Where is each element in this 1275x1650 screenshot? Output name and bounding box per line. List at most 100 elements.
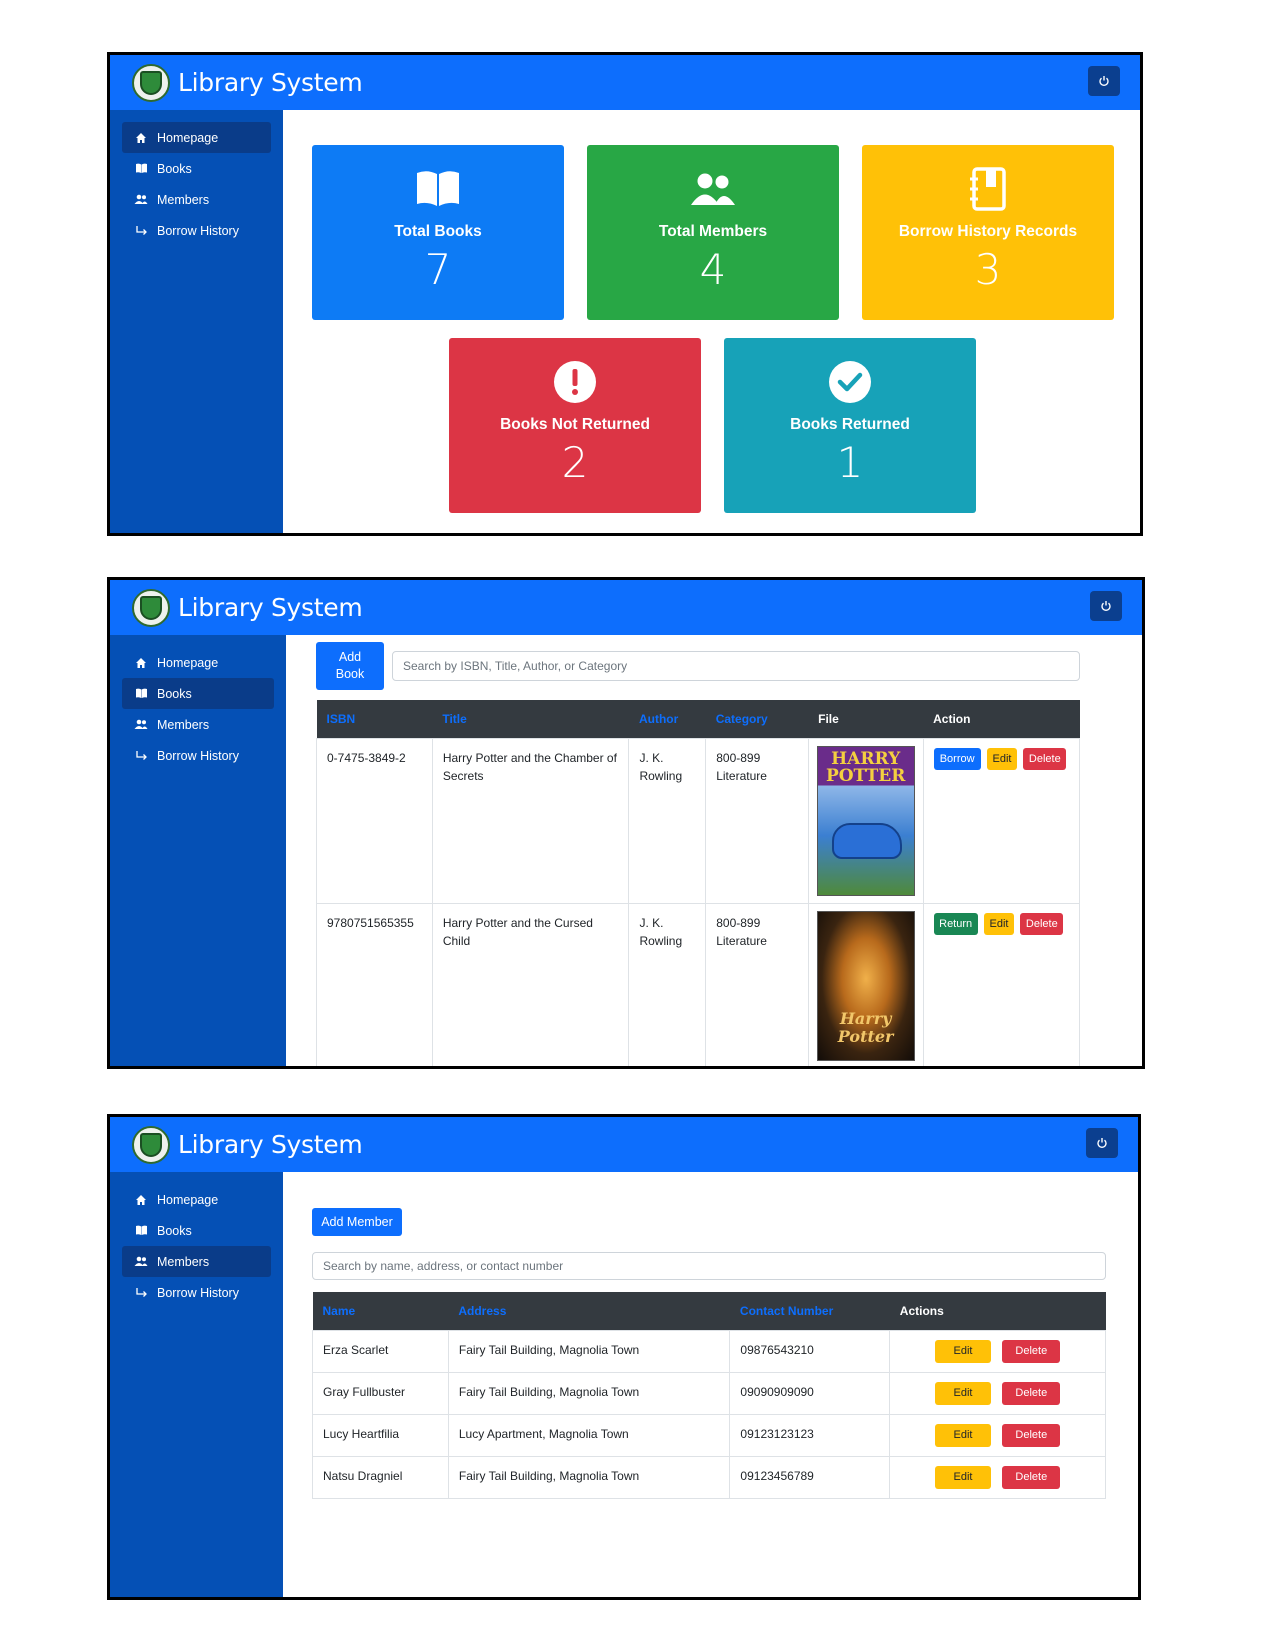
isbn-cell: 9780751565355 — [316, 902, 433, 1066]
borrow-history-card[interactable]: Borrow History Records 3 — [862, 145, 1114, 320]
home-icon — [134, 656, 148, 670]
sidebar-item-label: Borrow History — [157, 223, 239, 238]
sidebar-item-borrow-history[interactable]: Borrow History — [122, 740, 274, 771]
column-header-isbn[interactable]: ISBN — [316, 700, 433, 738]
column-header-file: File — [808, 700, 924, 738]
isbn-cell: 0-7475-3849-2 — [316, 737, 433, 904]
logout-button[interactable] — [1088, 66, 1120, 96]
name-cell: Erza Scarlet — [312, 1329, 449, 1373]
edit-button[interactable]: Edit — [934, 1465, 991, 1489]
table-row: Lucy Heartfilia Lucy Apartment, Magnolia… — [312, 1413, 1106, 1457]
cover-title: Harry Potter — [837, 1008, 894, 1046]
sidebar-item-label: Books — [157, 686, 192, 701]
sidebar-item-homepage[interactable]: Homepage — [122, 1184, 271, 1215]
card-value: 1 — [836, 438, 864, 487]
sidebar-item-members[interactable]: Members — [122, 184, 271, 215]
contact-cell: 09876543210 — [729, 1329, 891, 1373]
books-not-returned-card[interactable]: Books Not Returned 2 — [449, 338, 701, 513]
column-header-category[interactable]: Category — [705, 700, 809, 738]
file-cell: HARRY POTTER — [807, 737, 924, 904]
delete-button[interactable]: Delete — [1002, 1339, 1061, 1363]
exclamation-circle-icon — [553, 360, 597, 404]
actions-cell: Edit Delete — [889, 1329, 1106, 1373]
sidebar-item-members[interactable]: Members — [122, 1246, 271, 1277]
total-members-card[interactable]: Total Members 4 — [587, 145, 839, 320]
column-header-name[interactable]: Name — [312, 1292, 449, 1330]
school-logo — [132, 588, 170, 627]
edit-button[interactable]: Edit — [934, 1423, 991, 1447]
flying-car-illustration — [831, 822, 902, 859]
card-title: Borrow History Records — [898, 223, 1078, 240]
card-title: Books Not Returned — [500, 416, 650, 433]
category-cell: 800-899 Literature — [705, 902, 809, 1066]
books-returned-card[interactable]: Books Returned 1 — [724, 338, 976, 513]
delete-button[interactable]: Delete — [1002, 1381, 1061, 1405]
table-row: Natsu Dragniel Fairy Tail Building, Magn… — [312, 1455, 1106, 1499]
member-search-input[interactable]: Search by name, address, or contact numb… — [312, 1252, 1106, 1280]
title-cell: Harry Potter and the Cursed Child — [431, 902, 630, 1066]
table-row: 0-7475-3849-2 Harry Potter and the Chamb… — [316, 737, 1081, 904]
users-icon — [134, 718, 148, 732]
column-header-author[interactable]: Author — [628, 700, 706, 738]
book-icon — [134, 1224, 148, 1238]
sidebar-item-label: Members — [157, 192, 210, 207]
column-header-contact-number[interactable]: Contact Number — [729, 1292, 890, 1330]
sidebar: Homepage Books Members Borrow History — [110, 110, 283, 533]
sidebar-item-homepage[interactable]: Homepage — [122, 122, 271, 153]
logout-button[interactable] — [1086, 1128, 1118, 1158]
check-circle-icon — [828, 360, 872, 404]
logout-button[interactable] — [1090, 591, 1122, 621]
history-arrow-icon — [134, 749, 148, 763]
add-book-label-line1: Add — [338, 650, 362, 664]
sidebar-item-label: Homepage — [157, 1192, 219, 1207]
edit-button[interactable]: Edit — [983, 912, 1014, 935]
open-book-icon — [415, 167, 461, 211]
edit-button[interactable]: Edit — [934, 1381, 991, 1405]
author-cell: J. K. Rowling — [628, 902, 707, 1066]
members-main: Add Member Search by name, address, or c… — [283, 1172, 1138, 1597]
add-book-button[interactable]: Add Book — [316, 642, 384, 690]
sidebar-item-label: Homepage — [157, 130, 219, 145]
dashboard-screen: Library System Homepage Books Members Bo… — [107, 52, 1143, 536]
sidebar-item-label: Books — [157, 1223, 192, 1238]
history-arrow-icon — [134, 224, 148, 238]
total-books-card[interactable]: Total Books 7 — [312, 145, 564, 320]
card-title: Total Members — [658, 223, 768, 240]
book-cover-image: Harry Potter — [816, 910, 915, 1061]
power-icon — [1101, 601, 1111, 612]
sidebar-item-books[interactable]: Books — [122, 1215, 271, 1246]
address-cell: Fairy Tail Building, Magnolia Town — [447, 1371, 731, 1415]
sidebar-item-label: Borrow History — [157, 1285, 239, 1300]
edit-button[interactable]: Edit — [934, 1339, 991, 1363]
add-member-button[interactable]: Add Member — [312, 1208, 402, 1236]
delete-button[interactable]: Delete — [1002, 1423, 1061, 1447]
actions-cell: Edit Delete — [889, 1455, 1106, 1499]
edit-button[interactable]: Edit — [986, 747, 1017, 770]
sidebar-item-books[interactable]: Books — [122, 153, 271, 184]
sidebar-item-members[interactable]: Members — [122, 709, 274, 740]
delete-button[interactable]: Delete — [1023, 747, 1067, 770]
users-icon — [134, 1255, 148, 1269]
delete-button[interactable]: Delete — [1002, 1465, 1061, 1489]
book-icon — [134, 687, 148, 701]
card-title: Books Returned — [790, 416, 910, 433]
book-search-input[interactable]: Search by ISBN, Title, Author, or Catego… — [392, 651, 1080, 681]
top-navbar: Library System — [110, 580, 1142, 635]
borrow-button[interactable]: Borrow — [933, 747, 981, 770]
address-cell: Fairy Tail Building, Magnolia Town — [447, 1455, 731, 1499]
users-icon — [690, 167, 736, 211]
sidebar-item-borrow-history[interactable]: Borrow History — [122, 215, 271, 246]
delete-button[interactable]: Delete — [1020, 912, 1064, 935]
add-book-label-line2: Book — [335, 667, 365, 681]
sidebar-item-label: Books — [157, 161, 192, 176]
sidebar-item-homepage[interactable]: Homepage — [122, 647, 274, 678]
home-icon — [134, 131, 148, 145]
book-cover-image: HARRY POTTER — [816, 745, 915, 896]
sidebar-item-books[interactable]: Books — [122, 678, 274, 709]
address-book-icon — [968, 167, 1008, 211]
sidebar-item-borrow-history[interactable]: Borrow History — [122, 1277, 271, 1308]
members-screen: Library System Homepage Books Members Bo… — [107, 1114, 1141, 1600]
return-button[interactable]: Return — [933, 912, 978, 935]
column-header-address[interactable]: Address — [448, 1292, 730, 1330]
column-header-title[interactable]: Title — [432, 700, 629, 738]
